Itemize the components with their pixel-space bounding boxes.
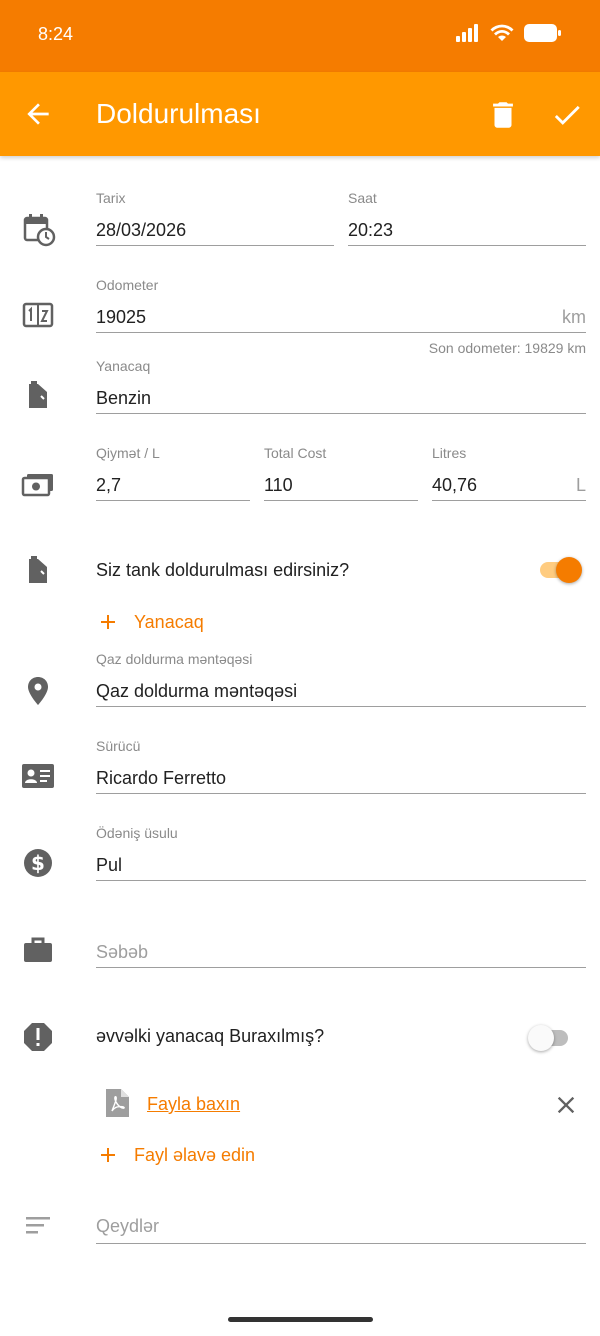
add-fuel-label: Yanacaq	[134, 611, 204, 632]
home-indicator[interactable]	[228, 1317, 373, 1322]
driver-field[interactable]: Sürücü Ricardo Ferretto	[96, 738, 586, 796]
litres-label: Litres	[432, 445, 467, 461]
plus-icon	[96, 1143, 120, 1167]
delete-icon[interactable]	[486, 98, 520, 132]
fuel-can-icon	[20, 553, 56, 589]
date-value: 28/03/2026	[96, 220, 187, 240]
odometer-unit: km	[562, 307, 586, 327]
litres-value: 40,76	[432, 475, 478, 495]
gas-station-value: Qaz doldurma məntəqəsi	[96, 681, 298, 701]
fuel-type-value: Benzin	[96, 388, 152, 408]
total-cost-underline	[264, 500, 418, 501]
calendar-clock-icon	[20, 212, 56, 248]
switch-thumb	[556, 557, 582, 583]
price-value: 2,7	[96, 475, 122, 495]
notes-placeholder: Qeydlər	[96, 1216, 160, 1236]
litres-unit: L	[575, 475, 586, 495]
check-icon[interactable]	[550, 98, 586, 132]
status-bar: 8:24	[0, 0, 600, 72]
payment-method-underline	[96, 880, 586, 881]
driver-label: Sürücü	[96, 738, 141, 754]
date-underline	[96, 245, 334, 246]
time-underline	[348, 245, 586, 246]
driver-card-icon	[20, 758, 56, 794]
page-title: Doldurulması	[96, 98, 261, 129]
fuel-can-icon	[20, 378, 56, 414]
total-cost-value: 110	[264, 475, 293, 495]
notes-icon	[20, 1208, 56, 1244]
gas-station-label: Qaz doldurma məntəqəsi	[96, 651, 253, 667]
missed-previous-label: əvvəlki yanacaq Buraxılmış?	[96, 1026, 325, 1046]
status-time: 8:24	[38, 24, 74, 44]
battery-icon	[524, 23, 562, 48]
payment-method-value: Pul	[96, 855, 123, 875]
close-icon[interactable]	[552, 1091, 580, 1119]
notes-field[interactable]: Qeydlər	[96, 1186, 586, 1244]
full-tank-switch[interactable]	[536, 553, 582, 585]
time-field[interactable]: Saat 20:23	[348, 190, 586, 248]
app-bar: Doldurulması	[0, 72, 600, 156]
time-label: Saat	[348, 190, 377, 206]
briefcase-icon	[20, 932, 56, 968]
add-file-button[interactable]: Fayl əlavə edin	[96, 1140, 255, 1170]
driver-value: Ricardo Ferretto	[96, 768, 227, 788]
odometer-label: Odometer	[96, 277, 159, 293]
reason-placeholder: Səbəb	[96, 942, 149, 962]
payment-method-label: Ödəniş üsulu	[96, 825, 178, 841]
alert-octagon-icon	[20, 1019, 56, 1055]
svg-text:$: $	[31, 851, 45, 875]
odometer-icon	[20, 298, 56, 334]
switch-thumb	[528, 1025, 554, 1051]
reason-underline	[96, 967, 586, 968]
money-icon	[20, 466, 56, 502]
notes-underline	[96, 1243, 586, 1244]
fuel-type-underline	[96, 413, 586, 414]
odometer-helper: Son odometer: 19829 km	[428, 340, 586, 356]
plus-icon	[96, 610, 120, 634]
pdf-file-icon	[102, 1087, 132, 1119]
price-underline	[96, 500, 250, 501]
status-icons	[456, 23, 562, 48]
back-arrow-icon[interactable]	[22, 98, 54, 130]
time-value: 20:23	[348, 220, 394, 240]
view-file-link[interactable]: Fayla baxın	[147, 1094, 240, 1115]
total-cost-label: Total Cost	[264, 445, 327, 461]
dollar-icon: $	[20, 845, 56, 881]
fuel-type-field[interactable]: Yanacaq Benzin	[96, 358, 586, 416]
missed-previous-switch[interactable]	[528, 1021, 574, 1053]
full-tank-label: Siz tank doldurulması edirsiniz?	[96, 560, 350, 580]
gas-station-underline	[96, 706, 586, 707]
location-pin-icon	[20, 673, 56, 709]
wifi-icon	[490, 24, 514, 47]
signal-icon	[456, 23, 480, 47]
gas-station-field[interactable]: Qaz doldurma məntəqəsi Qaz doldurma mənt…	[96, 651, 586, 709]
date-field[interactable]: Tarix 28/03/2026	[96, 190, 334, 248]
total-cost-field[interactable]: Total Cost 110	[264, 445, 418, 503]
reason-field[interactable]: Səbəb	[96, 912, 586, 970]
litres-field[interactable]: Litres 40,76 L	[432, 445, 586, 503]
add-fuel-button[interactable]: Yanacaq	[96, 607, 204, 637]
payment-method-field[interactable]: Ödəniş üsulu Pul	[96, 825, 586, 883]
add-file-label: Fayl əlavə edin	[134, 1144, 256, 1165]
litres-underline	[432, 500, 586, 501]
odometer-value: 19025	[96, 307, 147, 327]
odometer-field[interactable]: Odometer 19025 km	[96, 277, 586, 335]
price-label: Qiymət / L	[96, 445, 160, 461]
date-label: Tarix	[96, 190, 126, 206]
driver-underline	[96, 793, 586, 794]
fuel-type-label: Yanacaq	[96, 358, 151, 374]
price-per-litre-field[interactable]: Qiymət / L 2,7	[96, 445, 250, 503]
odometer-underline	[96, 332, 586, 333]
